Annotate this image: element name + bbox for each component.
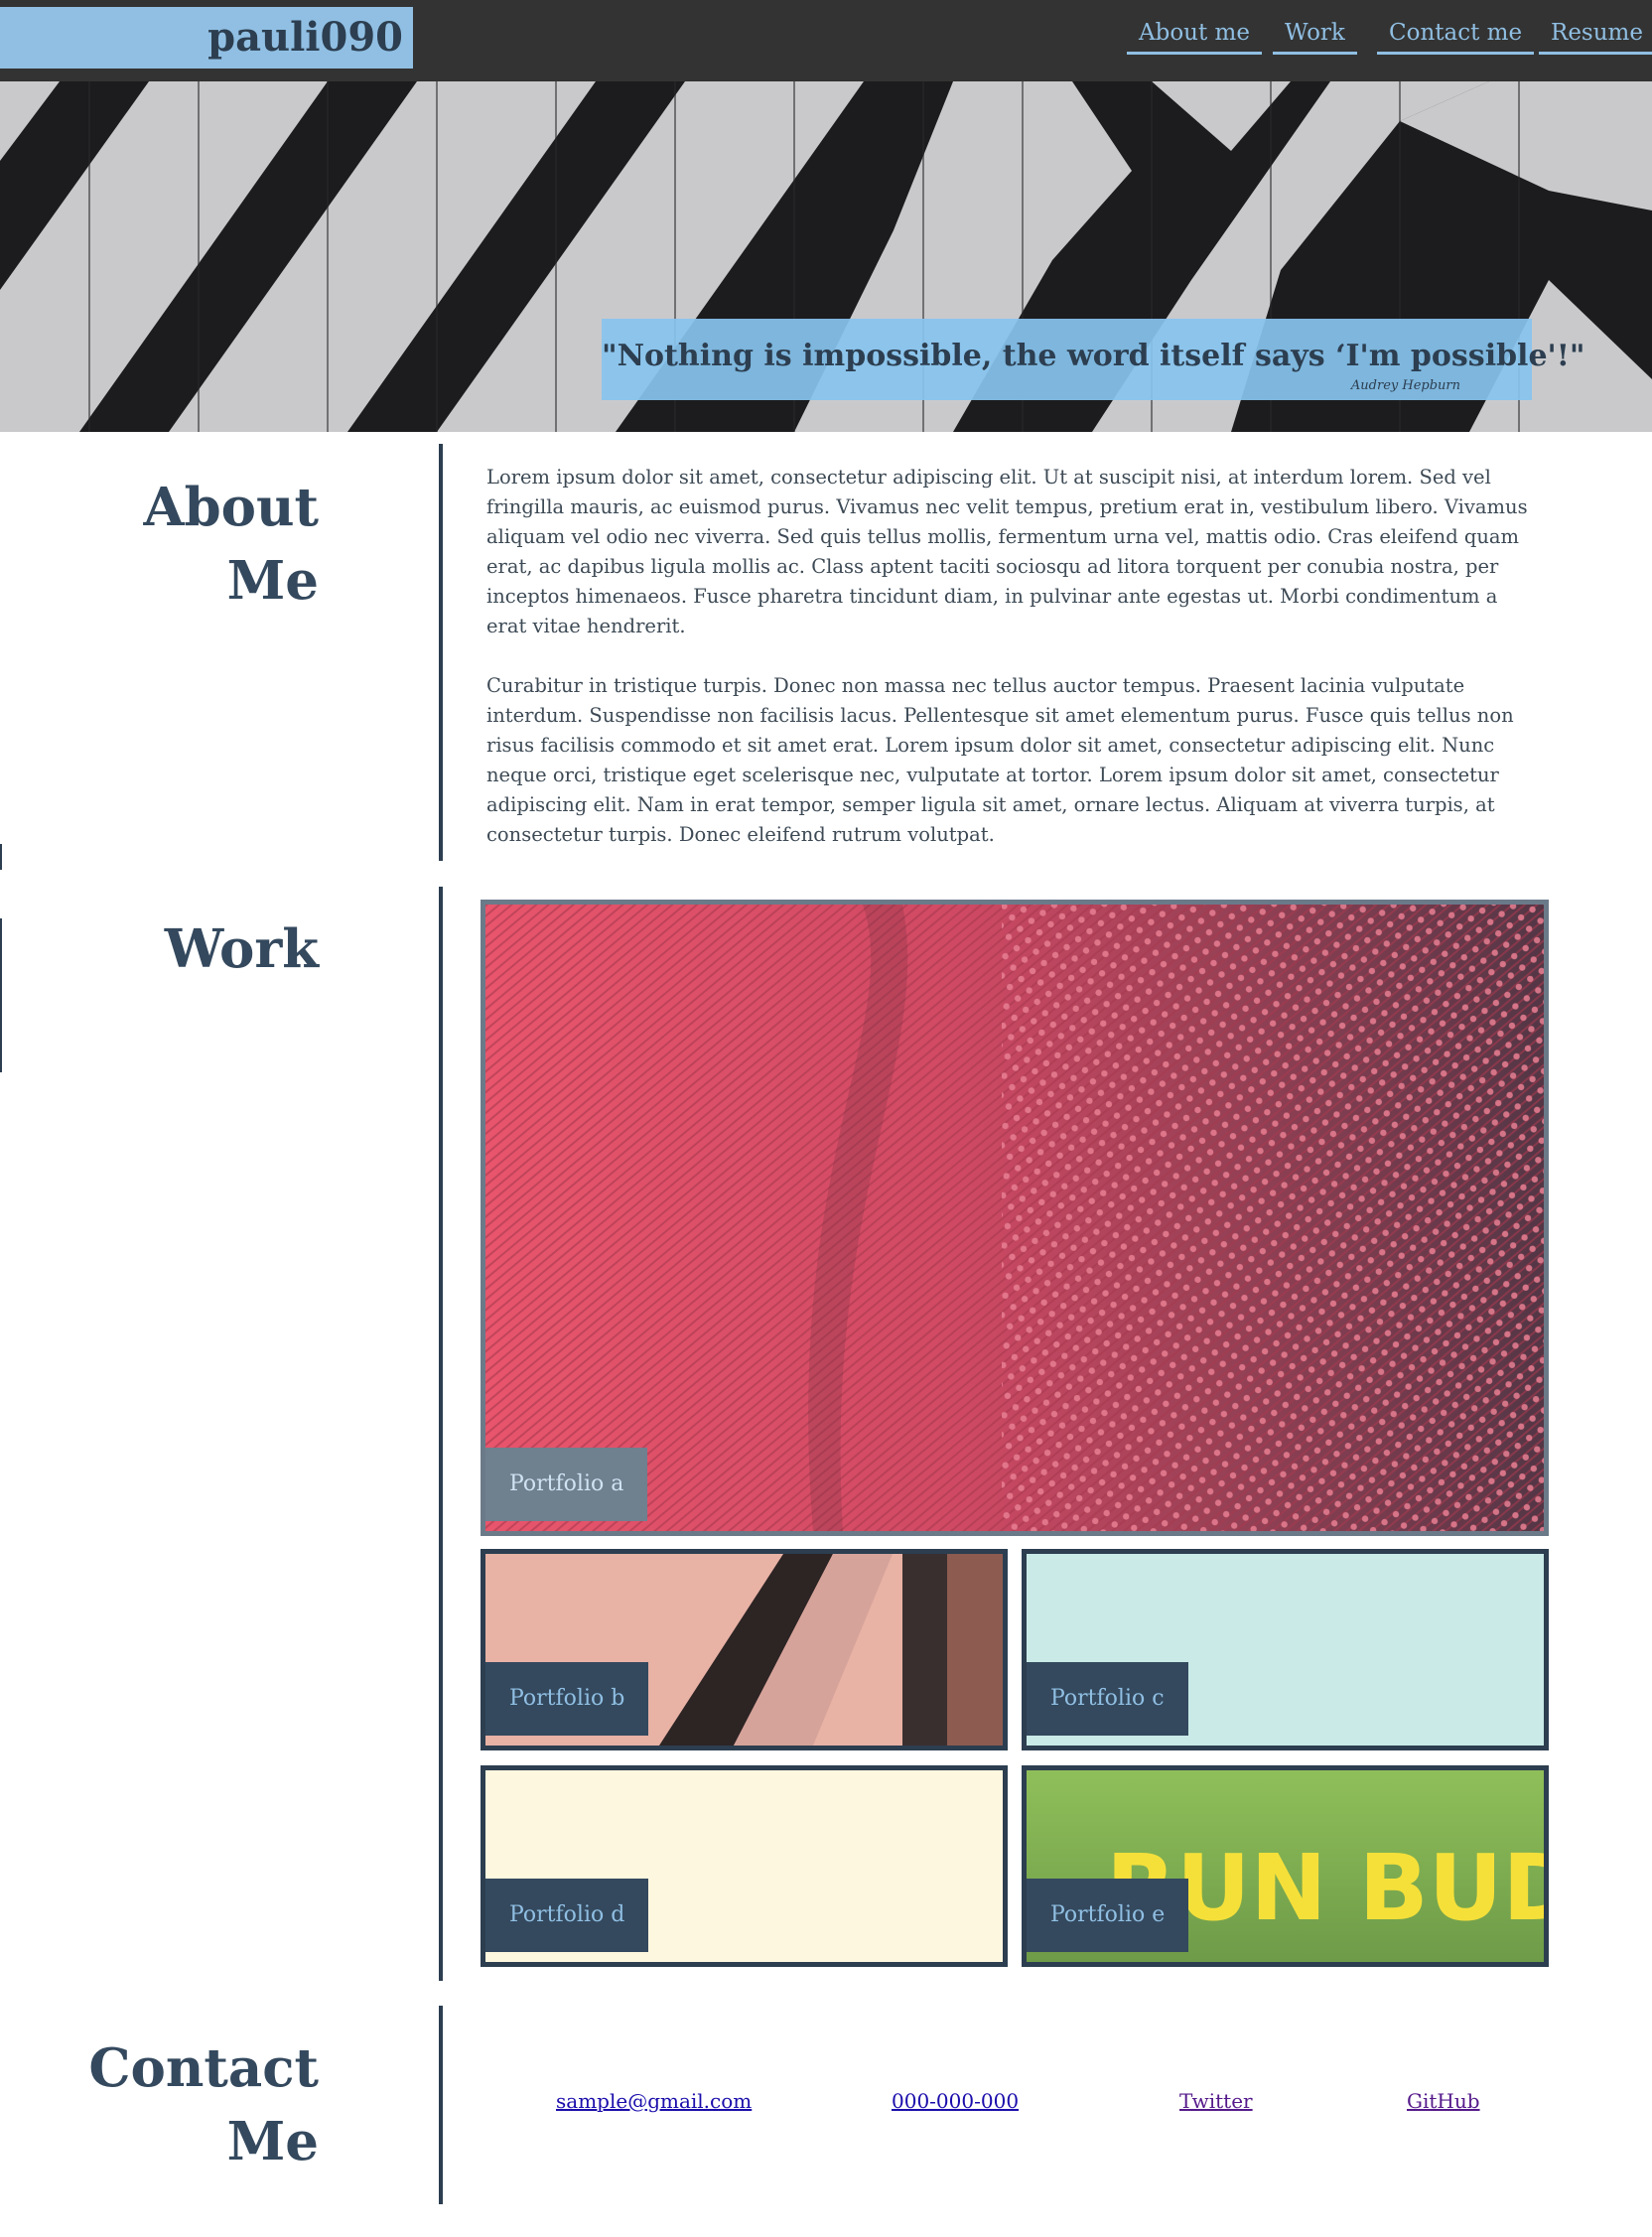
nav-contact-me[interactable]: Contact me bbox=[1377, 18, 1535, 55]
portfolio-label: Portfolio c bbox=[1027, 1662, 1188, 1736]
contact-title: Contact Me bbox=[88, 2031, 319, 2178]
nav-work[interactable]: Work bbox=[1273, 18, 1357, 55]
top-navbar: pauli090 About me Work Contact me Resume bbox=[0, 0, 1652, 81]
work-title: Work bbox=[164, 918, 319, 980]
portfolio-label: Portfolio b bbox=[485, 1662, 649, 1736]
about-text: Lorem ipsum dolor sit amet, consectetur … bbox=[486, 463, 1543, 880]
hero-quote-text: "Nothing is impossible, the word itself … bbox=[602, 339, 1585, 373]
about-title: About Me bbox=[143, 471, 319, 618]
about-paragraph: Lorem ipsum dolor sit amet, consectetur … bbox=[486, 466, 1528, 637]
main-nav: About me Work Contact me Resume bbox=[0, 18, 1652, 58]
portfolio-label: Portfolio e bbox=[1027, 1879, 1189, 1952]
contact-twitter-link[interactable]: Twitter bbox=[1179, 2089, 1253, 2113]
contact-divider bbox=[439, 2006, 443, 2204]
about-title-line2: Me bbox=[226, 550, 319, 612]
nav-resume[interactable]: Resume bbox=[1539, 18, 1652, 55]
portfolio-tile-b[interactable]: Portfolio b bbox=[481, 1549, 1008, 1750]
about-paragraph: Curabitur in tristique turpis. Donec non… bbox=[486, 674, 1514, 846]
contact-github-link[interactable]: GitHub bbox=[1407, 2089, 1480, 2113]
contact-title-line2: Me bbox=[226, 2111, 319, 2172]
contact-phone-link[interactable]: 000-000-000 bbox=[892, 2089, 1019, 2113]
portfolio-a-image bbox=[485, 905, 1544, 1531]
portfolio-label: Portfolio a bbox=[485, 1448, 648, 1521]
portfolio-tile-d[interactable]: Portfolio d bbox=[481, 1765, 1008, 1967]
hero-quote-box: "Nothing is impossible, the word itself … bbox=[602, 319, 1585, 400]
page-edge-mark bbox=[0, 918, 2, 1072]
nav-about-me[interactable]: About me bbox=[1127, 18, 1262, 55]
contact-title-line1: Contact bbox=[88, 2037, 319, 2099]
work-divider bbox=[439, 887, 443, 1981]
hero-quote-author: Audrey Hepburn bbox=[1350, 378, 1460, 393]
portfolio-label: Portfolio d bbox=[485, 1879, 649, 1952]
contact-email-link[interactable]: sample@gmail.com bbox=[556, 2089, 752, 2113]
page-edge-mark bbox=[0, 844, 2, 870]
portfolio-tile-c[interactable]: Portfolio c bbox=[1022, 1549, 1549, 1750]
about-title-line1: About bbox=[143, 477, 319, 538]
about-divider bbox=[439, 444, 443, 861]
portfolio-tile-e[interactable]: RUN BUDI Portfolio e bbox=[1022, 1765, 1549, 1967]
portfolio-tile-a[interactable]: Portfolio a bbox=[481, 900, 1549, 1536]
